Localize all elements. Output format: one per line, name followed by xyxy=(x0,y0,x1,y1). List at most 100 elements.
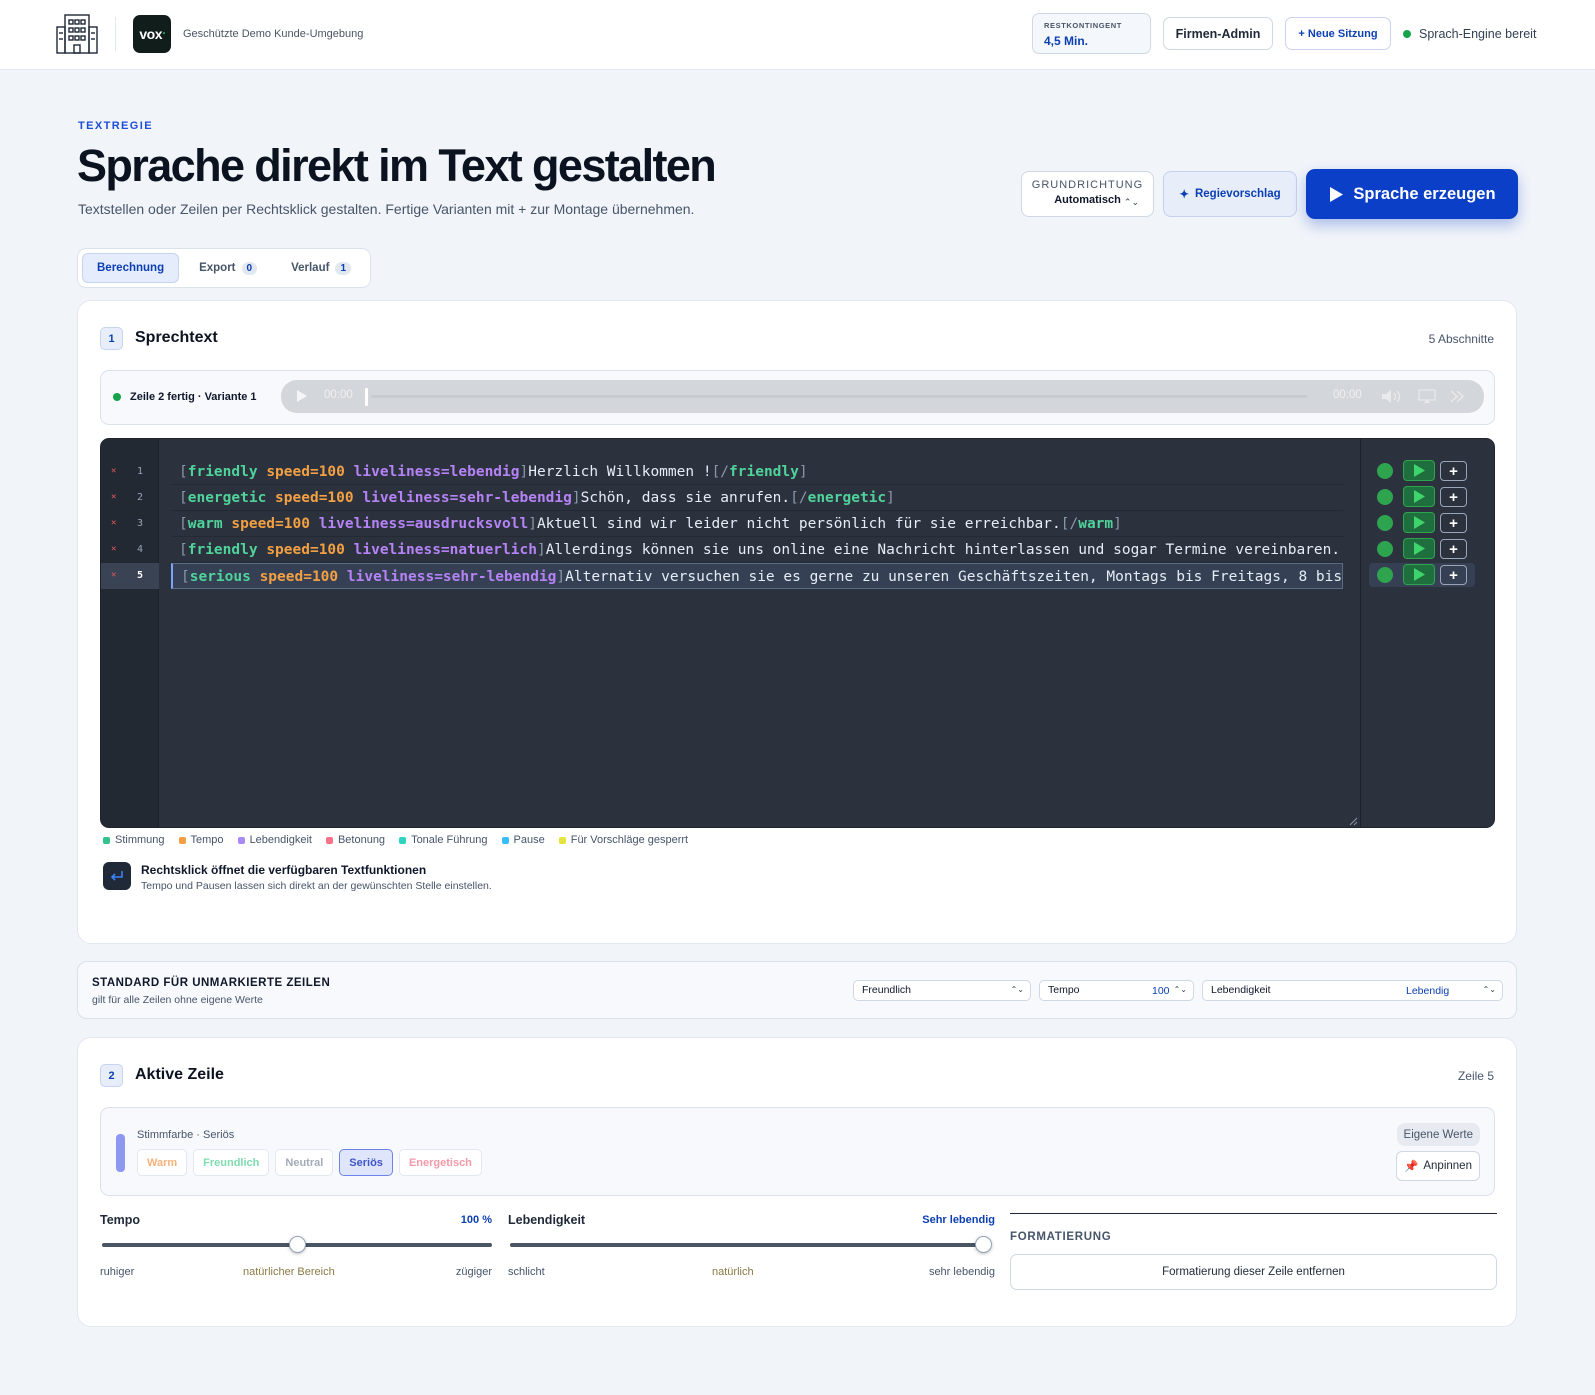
line-number: 2 xyxy=(137,492,144,503)
tab-berechnung[interactable]: Berechnung xyxy=(82,253,180,283)
liveliness-tag: liveliness=lebendig xyxy=(353,464,520,480)
skip-icon[interactable] xyxy=(1449,390,1465,403)
legend-swatch xyxy=(325,836,333,844)
quota-label: RESTKONTINGENT xyxy=(1044,21,1122,30)
tempo-slider-handle[interactable] xyxy=(289,1236,306,1253)
play-line-button[interactable] xyxy=(1403,486,1435,507)
mood-tag: serious xyxy=(189,569,251,585)
formatting-section: FORMATIERUNG Formatierung dieser Zeile e… xyxy=(1010,1213,1497,1290)
legend-swatch xyxy=(103,836,110,844)
active-line-card: 2 Aktive Zeile Zeile 5 Stimmfarbe · Seri… xyxy=(77,1037,1517,1327)
cast-icon[interactable] xyxy=(1418,389,1436,404)
stepper-icon[interactable]: ⌃⌄ xyxy=(1174,985,1187,994)
tick-right: zügiger xyxy=(455,1266,492,1278)
delete-line-icon[interactable]: ✕ xyxy=(111,544,116,554)
voice-chip-freundlich[interactable]: Freundlich xyxy=(193,1149,270,1176)
delete-line-icon[interactable]: ✕ xyxy=(111,570,116,580)
voice-chip-energetisch[interactable]: Energetisch xyxy=(398,1149,482,1176)
add-to-montage-button[interactable]: + xyxy=(1440,487,1467,507)
default-liveliness-select[interactable]: Lebendigkeit Lebendig ⌃⌄ xyxy=(1202,980,1503,1001)
mood-tag: friendly xyxy=(187,464,258,480)
line-text: Alternativ versuchen sie es gerne zu uns… xyxy=(565,569,1343,585)
add-to-montage-button[interactable]: + xyxy=(1440,565,1467,585)
play-line-button[interactable] xyxy=(1403,460,1435,481)
seek-handle[interactable] xyxy=(365,388,368,406)
script-line[interactable]: [warm speed=100 liveliness=ausdrucksvoll… xyxy=(171,511,1343,537)
voice-chip-warm[interactable]: Warm xyxy=(137,1149,188,1176)
code-lines[interactable]: [friendly speed=100 liveliness=lebendig]… xyxy=(171,459,1343,599)
mood-tag: energetic xyxy=(187,490,267,506)
suggest-button[interactable]: ✦ Regievorschlag xyxy=(1163,171,1297,217)
legend-item: Stimmung xyxy=(103,834,165,846)
add-to-montage-button[interactable]: + xyxy=(1440,513,1467,533)
script-editor[interactable]: ✕ 1 ✕ 2 ✕ 3 ✕ 4 ✕ 5 [friendly speed=100 livel… xyxy=(100,438,1495,828)
tempo-value: 100 % xyxy=(460,1214,492,1226)
pin-button[interactable]: 📌 Anpinnen xyxy=(1396,1151,1480,1181)
new-session-button[interactable]: + Neue Sitzung xyxy=(1285,17,1391,50)
active-line-ref: Zeile 5 xyxy=(1457,1069,1494,1083)
generate-speech-button[interactable]: Sprache erzeugen xyxy=(1306,169,1518,219)
play-line-button[interactable] xyxy=(1403,538,1435,559)
close-tag: friendly xyxy=(729,464,799,480)
play-line-button[interactable] xyxy=(1403,564,1435,585)
delete-line-icon[interactable]: ✕ xyxy=(111,492,116,502)
liveliness-tag: liveliness=natuerlich xyxy=(353,542,537,558)
speed-tag: speed=100 xyxy=(259,569,339,585)
liveliness-track[interactable] xyxy=(510,1243,988,1247)
section-count: 5 Abschnitte xyxy=(1428,332,1494,346)
voice-color-label: Stimmfarbe · Seriös xyxy=(137,1129,235,1141)
script-line[interactable]: [friendly speed=100 liveliness=lebendig]… xyxy=(171,459,1343,485)
tempo-label: Tempo xyxy=(100,1213,141,1227)
chevron-updown-icon: ⌃⌄ xyxy=(1010,985,1024,994)
liveliness-slider-handle[interactable] xyxy=(975,1236,992,1253)
default-mood-select[interactable]: Freundlich ⌃⌄ xyxy=(853,980,1031,1001)
tempo-label: Tempo xyxy=(1048,984,1080,996)
delete-line-icon[interactable]: ✕ xyxy=(111,466,116,476)
seek-track[interactable] xyxy=(371,395,1307,398)
remove-formatting-button[interactable]: Formatierung dieser Zeile entfernen xyxy=(1010,1254,1497,1290)
script-line[interactable]: [friendly speed=100 liveliness=natuerlic… xyxy=(171,537,1343,563)
step-number: 1 xyxy=(100,327,123,350)
status-dot xyxy=(1377,463,1393,479)
direction-select[interactable]: GRUNDRICHTUNG Automatisch ⌃⌄ xyxy=(1021,171,1154,217)
legend-swatch xyxy=(501,836,509,844)
line-gutter: ✕ 1 ✕ 2 ✕ 3 ✕ 4 ✕ 5 xyxy=(101,439,159,827)
tab-export[interactable]: Export 0 xyxy=(185,253,271,283)
volume-icon[interactable] xyxy=(1381,389,1403,404)
play-line-button[interactable] xyxy=(1403,512,1435,533)
voice-chips: Warm Freundlich Neutral Seriös Energetis… xyxy=(137,1149,482,1176)
delete-line-icon[interactable]: ✕ xyxy=(111,518,116,528)
quota-value: 4,5 Min. xyxy=(1044,34,1089,48)
default-tempo-input[interactable]: Tempo 100 ⌃⌄ xyxy=(1039,980,1194,1001)
close-tag: energetic xyxy=(807,490,887,506)
play-icon xyxy=(1414,490,1425,503)
voice-chip-neutral[interactable]: Neutral xyxy=(275,1149,334,1176)
tick-left: ruhiger xyxy=(100,1266,135,1278)
formatting-title: FORMATIERUNG xyxy=(1010,1231,1112,1243)
tab-badge: 1 xyxy=(335,261,351,275)
enter-key-icon xyxy=(103,862,131,890)
audio-player: Zeile 2 fertig · Variante 1 00:00 00:00 xyxy=(100,370,1495,425)
legend-item: Tempo xyxy=(178,834,224,846)
environment-label: Geschützte Demo Kunde-Umgebung xyxy=(183,28,364,40)
script-line-active[interactable]: [serious speed=100 liveliness=sehr-leben… xyxy=(171,563,1343,589)
play-icon[interactable] xyxy=(296,390,307,402)
audio-control[interactable]: 00:00 00:00 xyxy=(281,380,1484,413)
line-controls: + xyxy=(1369,459,1473,483)
status-dot xyxy=(1403,30,1411,38)
chevron-updown-icon: ⌃⌄ xyxy=(1123,197,1139,207)
play-icon xyxy=(1414,516,1425,529)
add-to-montage-button[interactable]: + xyxy=(1440,461,1467,481)
resize-handle-icon[interactable] xyxy=(1349,817,1358,826)
tick-right: sehr lebendig xyxy=(928,1266,995,1278)
add-to-montage-button[interactable]: + xyxy=(1440,539,1467,559)
script-line[interactable]: [energetic speed=100 liveliness=sehr-leb… xyxy=(171,485,1343,511)
company-admin-button[interactable]: Firmen-Admin xyxy=(1163,17,1273,50)
pin-icon: 📌 xyxy=(1404,1161,1419,1173)
voice-chip-serioes[interactable]: Seriös xyxy=(339,1149,393,1176)
divider xyxy=(115,17,116,51)
script-card: 1 Sprechtext 5 Abschnitte Zeile 2 fertig… xyxy=(77,300,1517,944)
tab-verlauf[interactable]: Verlauf 1 xyxy=(277,253,365,283)
legend-swatch xyxy=(558,836,566,844)
legend-item: Tonale Führung xyxy=(399,834,488,846)
